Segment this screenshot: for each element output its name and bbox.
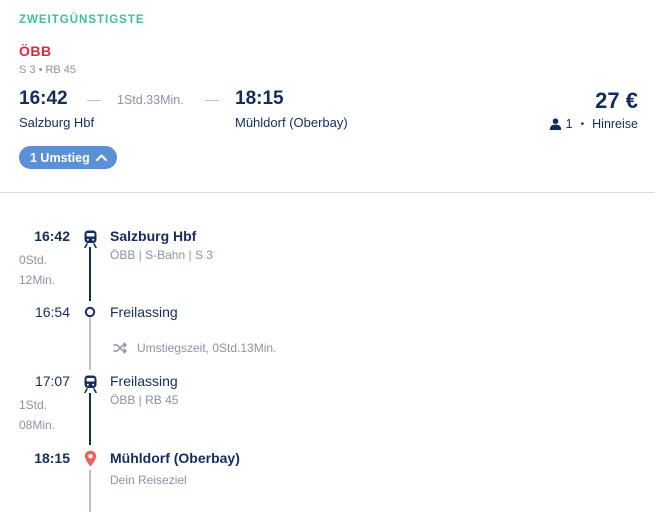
stop-time: 16:42 — [34, 228, 70, 244]
transfer-toggle-button[interactable]: 1 Umstieg — [19, 146, 117, 169]
stop-service-info: ÖBB | S-Bahn | S 3 — [110, 248, 213, 262]
train-lines: S 3 • RB 45 — [19, 64, 77, 76]
trip-type: Hinreise — [592, 117, 638, 131]
stop-name: Salzburg Hbf — [110, 228, 197, 244]
timeline-segment — [89, 393, 91, 445]
operator-logo: ÖBB — [19, 43, 52, 59]
segment-duration-minutes: 08Min. — [19, 418, 56, 432]
stop-name: Freilassing — [110, 373, 178, 389]
separator-dash — [87, 100, 101, 101]
stop-name: Freilassing — [110, 304, 178, 320]
departure-time: 16:42 — [19, 88, 68, 109]
price: 27 € — [595, 88, 638, 113]
destination-name: Mühldorf (Oberbay) — [110, 450, 240, 466]
stop-service-info: ÖBB | RB 45 — [110, 393, 179, 407]
segment-duration-minutes: 12Min. — [19, 273, 56, 287]
arrival-time: 18:15 — [235, 88, 284, 109]
train-icon — [82, 230, 98, 248]
shuffle-icon — [112, 341, 128, 355]
offer-category-label: ZWEITGÜNSTIGSTE — [19, 14, 145, 26]
separator-dash — [205, 100, 219, 101]
section-divider — [0, 192, 655, 193]
person-icon — [549, 118, 562, 130]
timeline-segment — [89, 247, 91, 301]
timeline-transfer-segment — [89, 318, 91, 370]
transfer-time: Umstiegszeit, 0Std.13Min. — [137, 341, 277, 355]
departure-station: Salzburg Hbf — [19, 115, 95, 130]
arrival-station: Mühldorf (Oberbay) — [235, 115, 348, 130]
segment-duration: 1Std. 08Min. — [19, 395, 55, 435]
stop-time: 16:54 — [34, 304, 70, 320]
segment-duration: 0Std. 12Min. — [19, 250, 55, 290]
train-icon — [82, 375, 98, 393]
passenger-info: 1 • Hinreise — [549, 117, 638, 131]
transfer-button-label: 1 Umstieg — [30, 150, 90, 165]
location-pin-icon — [83, 449, 97, 467]
stop-circle-icon — [84, 306, 96, 318]
segment-duration-hours: 1Std. — [19, 398, 48, 412]
separator-dot: • — [580, 118, 585, 130]
stop-time: 18:15 — [34, 450, 70, 466]
chevron-up-icon — [95, 154, 107, 161]
segment-duration-hours: 0Std. — [19, 253, 48, 267]
stop-time: 17:07 — [34, 373, 70, 389]
trip-duration: 1Std.33Min. — [117, 93, 184, 107]
passenger-count: 1 — [565, 117, 573, 131]
destination-label: Dein Reiseziel — [110, 473, 187, 487]
timeline-tail — [89, 470, 91, 512]
